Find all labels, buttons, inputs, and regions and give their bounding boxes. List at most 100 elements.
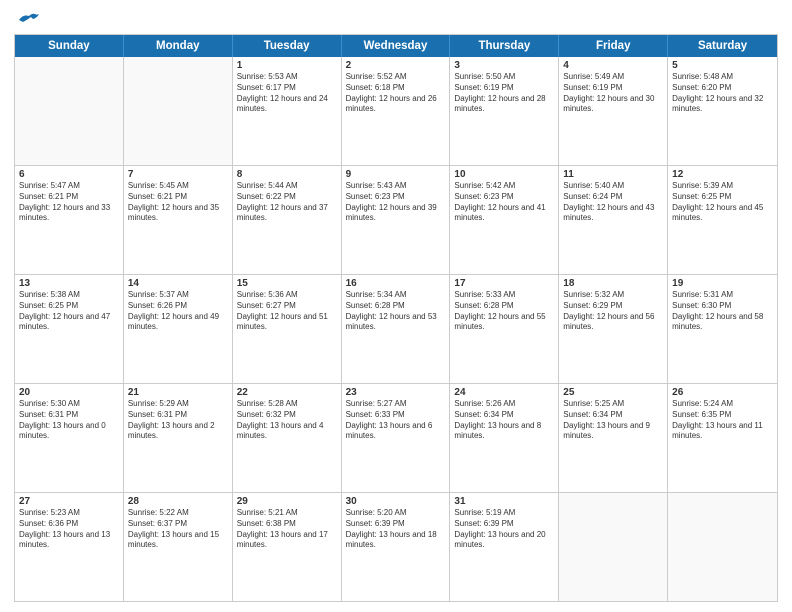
day-number: 18 — [563, 278, 663, 289]
calendar-cell: 4Sunrise: 5:49 AM Sunset: 6:19 PM Daylig… — [559, 57, 668, 165]
page: SundayMondayTuesdayWednesdayThursdayFrid… — [0, 0, 792, 612]
cell-content: Sunrise: 5:19 AM Sunset: 6:39 PM Dayligh… — [454, 508, 554, 551]
day-number: 11 — [563, 169, 663, 180]
day-number: 21 — [128, 387, 228, 398]
day-number: 8 — [237, 169, 337, 180]
day-number: 2 — [346, 60, 446, 71]
cell-content: Sunrise: 5:43 AM Sunset: 6:23 PM Dayligh… — [346, 181, 446, 224]
calendar-cell: 8Sunrise: 5:44 AM Sunset: 6:22 PM Daylig… — [233, 166, 342, 274]
calendar-cell: 28Sunrise: 5:22 AM Sunset: 6:37 PM Dayli… — [124, 493, 233, 601]
cell-content: Sunrise: 5:45 AM Sunset: 6:21 PM Dayligh… — [128, 181, 228, 224]
calendar-cell: 17Sunrise: 5:33 AM Sunset: 6:28 PM Dayli… — [450, 275, 559, 383]
day-number: 22 — [237, 387, 337, 398]
cell-content: Sunrise: 5:29 AM Sunset: 6:31 PM Dayligh… — [128, 399, 228, 442]
calendar-cell — [124, 57, 233, 165]
logo — [14, 10, 39, 28]
cell-content: Sunrise: 5:20 AM Sunset: 6:39 PM Dayligh… — [346, 508, 446, 551]
calendar-cell: 3Sunrise: 5:50 AM Sunset: 6:19 PM Daylig… — [450, 57, 559, 165]
header — [14, 10, 778, 28]
calendar-header-cell: Friday — [559, 35, 668, 57]
day-number: 15 — [237, 278, 337, 289]
day-number: 17 — [454, 278, 554, 289]
cell-content: Sunrise: 5:32 AM Sunset: 6:29 PM Dayligh… — [563, 290, 663, 333]
day-number: 10 — [454, 169, 554, 180]
calendar-cell: 31Sunrise: 5:19 AM Sunset: 6:39 PM Dayli… — [450, 493, 559, 601]
calendar-row: 13Sunrise: 5:38 AM Sunset: 6:25 PM Dayli… — [15, 274, 777, 383]
day-number: 26 — [672, 387, 773, 398]
cell-content: Sunrise: 5:42 AM Sunset: 6:23 PM Dayligh… — [454, 181, 554, 224]
day-number: 7 — [128, 169, 228, 180]
cell-content: Sunrise: 5:48 AM Sunset: 6:20 PM Dayligh… — [672, 72, 773, 115]
cell-content: Sunrise: 5:27 AM Sunset: 6:33 PM Dayligh… — [346, 399, 446, 442]
day-number: 6 — [19, 169, 119, 180]
cell-content: Sunrise: 5:21 AM Sunset: 6:38 PM Dayligh… — [237, 508, 337, 551]
calendar-cell: 20Sunrise: 5:30 AM Sunset: 6:31 PM Dayli… — [15, 384, 124, 492]
day-number: 3 — [454, 60, 554, 71]
cell-content: Sunrise: 5:49 AM Sunset: 6:19 PM Dayligh… — [563, 72, 663, 115]
calendar-cell: 12Sunrise: 5:39 AM Sunset: 6:25 PM Dayli… — [668, 166, 777, 274]
day-number: 23 — [346, 387, 446, 398]
calendar-cell — [559, 493, 668, 601]
calendar-cell: 7Sunrise: 5:45 AM Sunset: 6:21 PM Daylig… — [124, 166, 233, 274]
day-number: 30 — [346, 496, 446, 507]
calendar-cell: 18Sunrise: 5:32 AM Sunset: 6:29 PM Dayli… — [559, 275, 668, 383]
cell-content: Sunrise: 5:53 AM Sunset: 6:17 PM Dayligh… — [237, 72, 337, 115]
day-number: 19 — [672, 278, 773, 289]
day-number: 12 — [672, 169, 773, 180]
calendar-header-cell: Monday — [124, 35, 233, 57]
calendar-body: 1Sunrise: 5:53 AM Sunset: 6:17 PM Daylig… — [15, 57, 777, 601]
calendar-cell: 22Sunrise: 5:28 AM Sunset: 6:32 PM Dayli… — [233, 384, 342, 492]
calendar-cell: 2Sunrise: 5:52 AM Sunset: 6:18 PM Daylig… — [342, 57, 451, 165]
day-number: 31 — [454, 496, 554, 507]
calendar-header-cell: Sunday — [15, 35, 124, 57]
cell-content: Sunrise: 5:47 AM Sunset: 6:21 PM Dayligh… — [19, 181, 119, 224]
cell-content: Sunrise: 5:37 AM Sunset: 6:26 PM Dayligh… — [128, 290, 228, 333]
cell-content: Sunrise: 5:50 AM Sunset: 6:19 PM Dayligh… — [454, 72, 554, 115]
logo-bird-icon — [17, 12, 39, 28]
calendar-header-cell: Saturday — [668, 35, 777, 57]
calendar-cell — [15, 57, 124, 165]
cell-content: Sunrise: 5:44 AM Sunset: 6:22 PM Dayligh… — [237, 181, 337, 224]
calendar-header: SundayMondayTuesdayWednesdayThursdayFrid… — [15, 35, 777, 57]
cell-content: Sunrise: 5:38 AM Sunset: 6:25 PM Dayligh… — [19, 290, 119, 333]
calendar-cell: 25Sunrise: 5:25 AM Sunset: 6:34 PM Dayli… — [559, 384, 668, 492]
calendar-cell: 10Sunrise: 5:42 AM Sunset: 6:23 PM Dayli… — [450, 166, 559, 274]
calendar-cell: 15Sunrise: 5:36 AM Sunset: 6:27 PM Dayli… — [233, 275, 342, 383]
calendar-row: 20Sunrise: 5:30 AM Sunset: 6:31 PM Dayli… — [15, 383, 777, 492]
day-number: 25 — [563, 387, 663, 398]
cell-content: Sunrise: 5:52 AM Sunset: 6:18 PM Dayligh… — [346, 72, 446, 115]
calendar-cell: 1Sunrise: 5:53 AM Sunset: 6:17 PM Daylig… — [233, 57, 342, 165]
calendar-row: 1Sunrise: 5:53 AM Sunset: 6:17 PM Daylig… — [15, 57, 777, 165]
calendar-cell: 26Sunrise: 5:24 AM Sunset: 6:35 PM Dayli… — [668, 384, 777, 492]
cell-content: Sunrise: 5:33 AM Sunset: 6:28 PM Dayligh… — [454, 290, 554, 333]
cell-content: Sunrise: 5:30 AM Sunset: 6:31 PM Dayligh… — [19, 399, 119, 442]
calendar-header-cell: Thursday — [450, 35, 559, 57]
calendar-cell: 14Sunrise: 5:37 AM Sunset: 6:26 PM Dayli… — [124, 275, 233, 383]
calendar-row: 27Sunrise: 5:23 AM Sunset: 6:36 PM Dayli… — [15, 492, 777, 601]
day-number: 1 — [237, 60, 337, 71]
calendar-cell: 21Sunrise: 5:29 AM Sunset: 6:31 PM Dayli… — [124, 384, 233, 492]
day-number: 13 — [19, 278, 119, 289]
cell-content: Sunrise: 5:26 AM Sunset: 6:34 PM Dayligh… — [454, 399, 554, 442]
day-number: 16 — [346, 278, 446, 289]
day-number: 29 — [237, 496, 337, 507]
cell-content: Sunrise: 5:25 AM Sunset: 6:34 PM Dayligh… — [563, 399, 663, 442]
calendar-cell: 19Sunrise: 5:31 AM Sunset: 6:30 PM Dayli… — [668, 275, 777, 383]
calendar-cell: 9Sunrise: 5:43 AM Sunset: 6:23 PM Daylig… — [342, 166, 451, 274]
calendar-cell: 23Sunrise: 5:27 AM Sunset: 6:33 PM Dayli… — [342, 384, 451, 492]
calendar-cell: 24Sunrise: 5:26 AM Sunset: 6:34 PM Dayli… — [450, 384, 559, 492]
day-number: 24 — [454, 387, 554, 398]
calendar-row: 6Sunrise: 5:47 AM Sunset: 6:21 PM Daylig… — [15, 165, 777, 274]
calendar-cell: 16Sunrise: 5:34 AM Sunset: 6:28 PM Dayli… — [342, 275, 451, 383]
calendar-header-cell: Wednesday — [342, 35, 451, 57]
calendar-cell: 30Sunrise: 5:20 AM Sunset: 6:39 PM Dayli… — [342, 493, 451, 601]
cell-content: Sunrise: 5:31 AM Sunset: 6:30 PM Dayligh… — [672, 290, 773, 333]
calendar-cell — [668, 493, 777, 601]
calendar-cell: 6Sunrise: 5:47 AM Sunset: 6:21 PM Daylig… — [15, 166, 124, 274]
calendar-cell: 13Sunrise: 5:38 AM Sunset: 6:25 PM Dayli… — [15, 275, 124, 383]
day-number: 5 — [672, 60, 773, 71]
calendar-cell: 29Sunrise: 5:21 AM Sunset: 6:38 PM Dayli… — [233, 493, 342, 601]
day-number: 14 — [128, 278, 228, 289]
calendar-cell: 11Sunrise: 5:40 AM Sunset: 6:24 PM Dayli… — [559, 166, 668, 274]
cell-content: Sunrise: 5:23 AM Sunset: 6:36 PM Dayligh… — [19, 508, 119, 551]
